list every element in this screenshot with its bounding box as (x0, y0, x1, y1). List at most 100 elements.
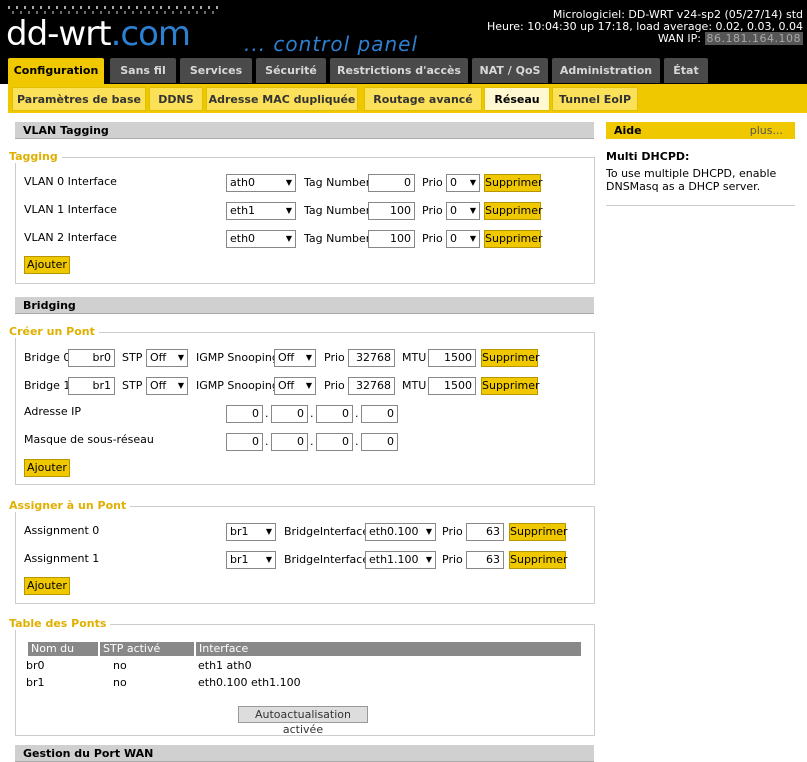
logo-main: dd-wrt (6, 14, 112, 54)
chevron-down-icon: ▼ (177, 381, 184, 390)
assignment-0-prio-input[interactable]: 63 (466, 523, 504, 541)
bridge-0-prio-input[interactable]: 32768 (348, 349, 395, 367)
bridge-1-igmp-select[interactable]: Off ▼ (274, 377, 316, 395)
tab-nat-qos[interactable]: NAT / QoS (472, 58, 548, 83)
auto-refresh-button[interactable]: Autoactualisation activée (238, 706, 368, 736)
help-bar: Aide plus... (606, 122, 795, 139)
vlan-section-title: VLAN Tagging (15, 122, 594, 139)
wan-ip-label: WAN IP: (657, 32, 702, 45)
chevron-down-icon: ▼ (265, 527, 272, 536)
tab-administration[interactable]: Administration (552, 58, 660, 83)
bridge-0-igmp-select[interactable]: Off ▼ (274, 349, 316, 367)
assignment-1-bi-label: BridgeInterface (284, 553, 370, 566)
chevron-down-icon: ▼ (285, 234, 292, 243)
tab-services[interactable]: Services (180, 58, 252, 83)
vlan-0-prio-select[interactable]: 0 ▼ (446, 174, 480, 192)
assignment-0-iface-select[interactable]: eth0.100 ▼ (365, 523, 436, 541)
vlan-1-tag-label: Tag Number (304, 204, 371, 217)
vlan-2-interface-select[interactable]: eth0 ▼ (226, 230, 296, 248)
subtab-parametres-de-base[interactable]: Paramètres de base (12, 87, 146, 111)
bridge-1-label: Bridge 1 (24, 379, 71, 392)
mask-dot: . (355, 435, 359, 448)
tab-etat[interactable]: État (664, 58, 708, 83)
vlan-0-tag-label: Tag Number (304, 176, 371, 189)
vlan-legend: Tagging (9, 150, 62, 163)
tab-configuration[interactable]: Configuration (8, 58, 104, 84)
bridge-1-delete-button[interactable]: Supprimer (481, 377, 540, 395)
tab-sans-fil[interactable]: Sans fil (110, 58, 176, 83)
assign-legend: Assigner à un Pont (9, 499, 131, 512)
ip-address-label: Adresse IP (24, 405, 81, 418)
tab-securite[interactable]: Sécurité (256, 58, 326, 83)
col-bridge-name: Nom du Pont (28, 642, 100, 669)
subtab-ddns[interactable]: DDNS (149, 87, 203, 111)
bridge-0-stp-select[interactable]: Off ▼ (146, 349, 188, 367)
vlan-1-interface-select[interactable]: eth1 ▼ (226, 202, 296, 220)
mask-octet-4[interactable]: 0 (361, 433, 398, 451)
mask-octet-1[interactable]: 0 (226, 433, 263, 451)
table-cell: eth0.100 eth1.100 (198, 676, 301, 689)
assignment-0-bridge-select[interactable]: br1 ▼ (226, 523, 276, 541)
vlan-2-prio-select[interactable]: 0 ▼ (446, 230, 480, 248)
ip-octet-3[interactable]: 0 (316, 405, 353, 423)
bridge-0-name-input[interactable]: br0 (68, 349, 115, 367)
bridge-0-mtu-input[interactable]: 1500 (428, 349, 476, 367)
ip-octet-4[interactable]: 0 (361, 405, 398, 423)
table-cell: no (113, 659, 127, 672)
bridge-table-legend: Table des Ponts (9, 617, 111, 630)
vlan-2-tag-input[interactable]: 100 (368, 230, 415, 248)
select-value: Off (278, 351, 295, 364)
vlan-1-tag-input[interactable]: 100 (368, 202, 415, 220)
bridge-1-prio-input[interactable]: 32768 (348, 377, 395, 395)
select-value: 0 (450, 232, 457, 245)
tagline: ... control panel (244, 32, 419, 56)
bridge-1-name-input[interactable]: br1 (68, 377, 115, 395)
bridge-1-mtu-input[interactable]: 1500 (428, 377, 476, 395)
bridge-0-stp-label: STP (122, 351, 143, 364)
chevron-down-icon: ▼ (425, 527, 432, 536)
ip-octet-1[interactable]: 0 (226, 405, 263, 423)
vlan-1-label: VLAN 1 Interface (24, 203, 117, 216)
bridge-legend: Créer un Pont (9, 325, 99, 338)
subtab-tunnel-eoip[interactable]: Tunnel EoIP (552, 87, 638, 111)
bridge-0-delete-button[interactable]: Supprimer (481, 349, 540, 367)
bridge-table-header: Nom du Pont STP activé Interface (28, 642, 581, 669)
bridge-1-stp-select[interactable]: Off ▼ (146, 377, 188, 395)
vlan-0-interface-select[interactable]: ath0 ▼ (226, 174, 296, 192)
select-value: eth0.100 (369, 525, 419, 538)
bridge-0-igmp-label: IGMP Snooping (196, 351, 279, 364)
subtab-routage-avance[interactable]: Routage avancé (364, 87, 482, 111)
bridge-1-prio-label: Prio (324, 379, 345, 392)
chevron-down-icon: ▼ (469, 206, 476, 215)
chevron-down-icon: ▼ (425, 555, 432, 564)
col-stp: STP activé (100, 642, 196, 656)
wan-ip: WAN IP: 86.181.164.108 (487, 32, 803, 45)
mask-octet-3[interactable]: 0 (316, 433, 353, 451)
select-value: eth0 (230, 232, 256, 245)
subtab-adresse-mac[interactable]: Adresse MAC dupliquée (206, 87, 358, 111)
mask-octet-2[interactable]: 0 (271, 433, 308, 451)
assignment-1-iface-select[interactable]: eth1.100 ▼ (365, 551, 436, 569)
assign-add-button[interactable]: Ajouter (24, 577, 70, 595)
vlan-1-prio-select[interactable]: 0 ▼ (446, 202, 480, 220)
table-cell: no (113, 676, 127, 689)
assignment-1-prio-input[interactable]: 63 (466, 551, 504, 569)
ip-octet-2[interactable]: 0 (271, 405, 308, 423)
assignment-1-bridge-select[interactable]: br1 ▼ (226, 551, 276, 569)
select-value: 0 (450, 204, 457, 217)
assignment-0-delete-button[interactable]: Supprimer (509, 523, 568, 541)
vlan-2-delete-button[interactable]: Supprimer (484, 230, 543, 248)
vlan-0-delete-button[interactable]: Supprimer (484, 174, 543, 192)
bridge-add-button[interactable]: Ajouter (24, 459, 70, 477)
subtab-reseau[interactable]: Réseau (484, 87, 550, 111)
ip-dot: . (265, 407, 269, 420)
vlan-0-tag-input[interactable]: 0 (368, 174, 415, 192)
vlan-1-delete-button[interactable]: Supprimer (484, 202, 543, 220)
vlan-add-button[interactable]: Ajouter (24, 256, 70, 274)
assignment-1-delete-button[interactable]: Supprimer (509, 551, 568, 569)
help-more-link[interactable]: plus... (750, 122, 783, 139)
bridge-1-mtu-label: MTU (402, 379, 427, 392)
select-value: Off (150, 379, 167, 392)
wan-ip-value: 86.181.164.108 (704, 32, 803, 45)
tab-restrictions[interactable]: Restrictions d'accès (330, 58, 468, 83)
